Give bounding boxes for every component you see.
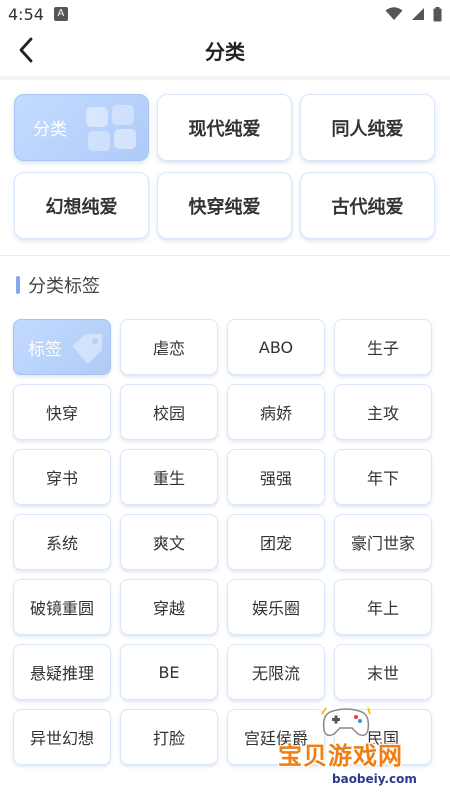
category-card-all[interactable]: 分类 [14, 94, 149, 161]
back-button[interactable] [10, 34, 42, 66]
tag-item[interactable]: ABO [227, 319, 325, 375]
status-left: 4:54 A [8, 5, 68, 24]
tag-label: 强强 [259, 469, 292, 488]
tag-item[interactable]: 爽文 [120, 514, 218, 570]
tag-label: 末世 [366, 664, 399, 683]
back-arrow-icon [19, 37, 33, 63]
tag-item[interactable]: 娱乐圈 [227, 579, 325, 635]
category-label: 分类 [33, 120, 67, 140]
tag-item-all[interactable]: 标签 [13, 319, 111, 375]
category-grid: 分类 现代纯爱 同人纯爱 幻想纯爱 快穿纯爱 古代纯爱 [0, 80, 450, 255]
section-title: 分类标签 [28, 276, 100, 297]
tag-item[interactable]: 生子 [334, 319, 432, 375]
tag-item[interactable]: 无限流 [227, 644, 325, 700]
tag-label: 年上 [366, 599, 399, 618]
tag-label: 娱乐圈 [251, 599, 300, 618]
tag-label: 豪门世家 [350, 534, 415, 553]
tag-item[interactable]: 破镜重圆 [13, 579, 111, 635]
wifi-icon [385, 7, 403, 20]
section-accent-bar [16, 276, 20, 294]
tag-item[interactable]: 悬疑推理 [13, 644, 111, 700]
category-label: 现代纯爱 [188, 118, 261, 140]
tag-item[interactable]: 主攻 [334, 384, 432, 440]
tag-label: BE [158, 662, 180, 682]
tag-item[interactable]: 穿越 [120, 579, 218, 635]
tag-label: 快穿 [45, 404, 78, 423]
tag-label: 校园 [152, 404, 185, 423]
category-label: 古代纯爱 [331, 196, 404, 218]
tag-item[interactable]: 末世 [334, 644, 432, 700]
tag-item[interactable]: 年下 [334, 449, 432, 505]
tag-item[interactable]: 系统 [13, 514, 111, 570]
category-card-fantasy[interactable]: 幻想纯爱 [14, 172, 149, 239]
nav-bar: 分类 [0, 28, 450, 72]
tag-label: 破镜重圆 [29, 599, 94, 618]
gamepad-icon [321, 707, 371, 737]
tag-label: 重生 [152, 469, 185, 488]
tag-label: 年下 [366, 469, 399, 488]
tag-item[interactable]: 年上 [334, 579, 432, 635]
tag-item[interactable]: 异世幻想 [13, 709, 111, 765]
tag-item[interactable]: 打脸 [120, 709, 218, 765]
tag-label: 穿书 [45, 469, 78, 488]
status-bar: 4:54 A [0, 0, 450, 28]
tag-item[interactable]: 校园 [120, 384, 218, 440]
tag-item[interactable]: 穿书 [13, 449, 111, 505]
status-right [385, 6, 442, 22]
tag-icon [72, 334, 102, 364]
category-label: 快穿纯爱 [188, 196, 261, 218]
tag-label: 团宠 [259, 534, 292, 553]
tag-label: 病娇 [259, 404, 292, 423]
tag-item[interactable]: 虐恋 [120, 319, 218, 375]
status-time: 4:54 [8, 4, 44, 24]
category-card-modern[interactable]: 现代纯爱 [157, 94, 292, 161]
tag-label: 打脸 [152, 729, 185, 748]
page-title: 分类 [205, 39, 245, 64]
tag-item[interactable]: 快穿 [13, 384, 111, 440]
tag-label: 穿越 [152, 599, 185, 618]
notification-a-icon: A [53, 7, 68, 21]
tag-item[interactable]: BE [120, 644, 218, 700]
tag-label: 无限流 [251, 664, 300, 683]
watermark-url: baobeiy.com [332, 772, 417, 786]
tag-label: 主攻 [366, 404, 399, 423]
tag-label: 生子 [366, 339, 399, 358]
category-label: 同人纯爱 [331, 118, 404, 140]
watermark-text: 宝贝游戏网 [278, 742, 403, 770]
signal-icon [412, 8, 424, 20]
tag-item[interactable]: 病娇 [227, 384, 325, 440]
tag-label: ABO [258, 337, 294, 357]
tag-item[interactable]: 强强 [227, 449, 325, 505]
category-card-ancient[interactable]: 古代纯爱 [300, 172, 435, 239]
tag-grid: 标签 虐恋 ABO 生子 快穿 校园 病娇 主攻 穿书 重生 强强 年下 系统 … [0, 314, 450, 765]
category-card-quick-transmigration[interactable]: 快穿纯爱 [157, 172, 292, 239]
tag-item[interactable]: 豪门世家 [334, 514, 432, 570]
tag-label: 爽文 [152, 534, 185, 553]
tag-item[interactable]: 团宠 [227, 514, 325, 570]
category-card-fanfic[interactable]: 同人纯爱 [300, 94, 435, 161]
tag-label: 悬疑推理 [29, 664, 94, 683]
tag-label: 异世幻想 [29, 729, 94, 748]
tag-label: 虐恋 [152, 339, 185, 358]
tag-item[interactable]: 重生 [120, 449, 218, 505]
tag-label: 系统 [45, 534, 78, 553]
battery-icon [433, 6, 442, 21]
section-header: 分类标签 [0, 256, 450, 314]
category-grid-icon [86, 105, 136, 151]
tag-label: 标签 [28, 339, 62, 360]
category-label: 幻想纯爱 [45, 196, 118, 218]
watermark-logo: 宝贝游戏网 baobeiy.com [270, 700, 450, 800]
